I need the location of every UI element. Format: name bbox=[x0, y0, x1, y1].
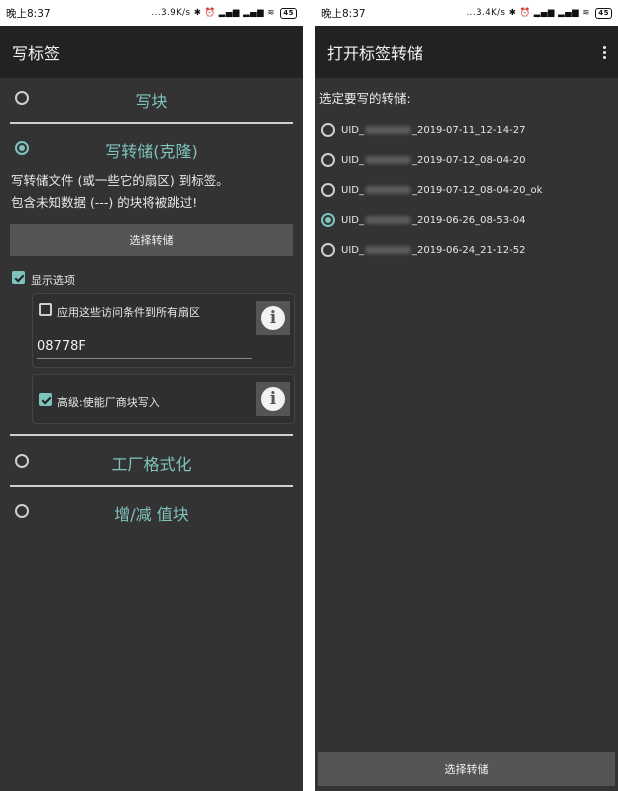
dump-list-item[interactable]: UID_ _2019-07-12_08-04-20_ok bbox=[321, 178, 612, 202]
divider bbox=[10, 434, 293, 436]
redacted-uid bbox=[364, 125, 411, 134]
write-dump-title[interactable]: 写转储(克隆) bbox=[0, 138, 303, 162]
battery-icon: 45 bbox=[595, 7, 612, 19]
dump-filename-suffix: _2019-07-12_08-04-20 bbox=[411, 154, 526, 166]
advanced-info-button[interactable]: i bbox=[256, 382, 290, 416]
dump-filename: UID_ _2019-07-11_12-14-27 bbox=[341, 125, 525, 136]
redacted-uid bbox=[364, 245, 411, 254]
status-icons: ...3.9K/s ✱ ⏰ ▂▄▆ ▂▄▆ ≋ 45 bbox=[151, 7, 297, 19]
write-tag-screen: 晚上8:37 ...3.9K/s ✱ ⏰ ▂▄▆ ▂▄▆ ≋ 45 写标签 写块… bbox=[0, 0, 303, 791]
dump-list-item[interactable]: UID_ _2019-07-11_12-14-27 bbox=[321, 118, 612, 142]
app-bar: 打开标签转储 bbox=[315, 26, 618, 78]
info-icon: i bbox=[261, 306, 285, 330]
redacted-uid bbox=[364, 215, 411, 224]
dump-radio[interactable] bbox=[321, 243, 335, 257]
dump-filename-suffix: _2019-07-11_12-14-27 bbox=[411, 124, 526, 136]
dump-filename: UID_ _2019-07-12_08-04-20_ok bbox=[341, 185, 542, 196]
factory-format-title[interactable]: 工厂格式化 bbox=[0, 451, 303, 475]
dump-filename-prefix: UID_ bbox=[341, 124, 364, 136]
status-icons: ...3.4K/s ✱ ⏰ ▂▄▆ ▂▄▆ ≋ 45 bbox=[466, 7, 612, 19]
apply-acl-checkbox[interactable] bbox=[39, 303, 52, 316]
dump-list-item[interactable]: UID_ _2019-06-24_21-12-52 bbox=[321, 238, 612, 262]
dump-radio[interactable] bbox=[321, 213, 335, 227]
advanced-label: 高级:使能厂商块写入 bbox=[57, 396, 160, 409]
dump-list-item[interactable]: UID_ _2019-06-26_08-53-04 bbox=[321, 208, 612, 232]
show-options-label: 显示选项 bbox=[31, 274, 75, 287]
advanced-checkbox[interactable] bbox=[39, 393, 52, 406]
dump-radio[interactable] bbox=[321, 183, 335, 197]
network-speed: ...3.9K/s bbox=[151, 7, 191, 18]
dump-radio[interactable] bbox=[321, 153, 335, 167]
dump-list-item[interactable]: UID_ _2019-07-12_08-04-20 bbox=[321, 148, 612, 172]
overflow-menu-icon[interactable] bbox=[603, 45, 606, 59]
advanced-options-box: 高级:使能厂商块写入 i bbox=[32, 374, 295, 424]
signal-icon: ✱ ⏰ ▂▄▆ ▂▄▆ ≋ bbox=[193, 7, 276, 18]
status-time: 晚上8:37 bbox=[321, 7, 366, 20]
redacted-uid bbox=[364, 155, 411, 164]
battery-icon: 45 bbox=[280, 7, 297, 19]
dump-filename-prefix: UID_ bbox=[341, 184, 364, 196]
dump-list-content: 选定要写的转储: UID_ _2019-07-11_12-14-27 UID_ _20… bbox=[315, 78, 618, 791]
apply-acl-label: 应用这些访问条件到所有扇区 bbox=[57, 306, 200, 319]
page-title: 写标签 bbox=[12, 44, 61, 63]
open-dump-screen: 晚上8:37 ...3.4K/s ✱ ⏰ ▂▄▆ ▂▄▆ ≋ 45 打开标签转储… bbox=[315, 0, 618, 791]
acl-input[interactable]: 08778F bbox=[37, 339, 252, 359]
dump-list-heading: 选定要写的转储: bbox=[319, 91, 411, 106]
dump-filename-prefix: UID_ bbox=[341, 244, 364, 256]
divider bbox=[10, 485, 293, 487]
value-block-title[interactable]: 增/减 值块 bbox=[0, 501, 303, 525]
page-title: 打开标签转储 bbox=[327, 44, 424, 63]
dump-filename: UID_ _2019-06-24_21-12-52 bbox=[341, 245, 525, 256]
dump-filename-suffix: _2019-06-24_21-12-52 bbox=[411, 244, 526, 256]
write-tag-content: 写块 写转储(克隆) 写转储文件 (或一些它的扇区) 到标签。 包含未知数据 (… bbox=[0, 78, 303, 791]
acl-info-button[interactable]: i bbox=[256, 301, 290, 335]
dump-filename-prefix: UID_ bbox=[341, 214, 364, 226]
info-icon: i bbox=[261, 387, 285, 411]
signal-icon: ✱ ⏰ ▂▄▆ ▂▄▆ ≋ bbox=[508, 7, 591, 18]
redacted-uid bbox=[364, 185, 411, 194]
dump-filename-suffix: _2019-06-26_08-53-04 bbox=[411, 214, 526, 226]
dump-radio[interactable] bbox=[321, 123, 335, 137]
write-dump-description-1: 写转储文件 (或一些它的扇区) 到标签。 bbox=[11, 173, 229, 188]
status-bar: 晚上8:37 ...3.9K/s ✱ ⏰ ▂▄▆ ▂▄▆ ≋ 45 bbox=[0, 0, 303, 26]
divider bbox=[10, 122, 293, 124]
dump-filename: UID_ _2019-06-26_08-53-04 bbox=[341, 215, 525, 226]
write-block-title[interactable]: 写块 bbox=[0, 88, 303, 112]
show-options-checkbox[interactable] bbox=[12, 271, 25, 284]
acl-options-box: 应用这些访问条件到所有扇区 08778F i bbox=[32, 293, 295, 368]
app-bar: 写标签 bbox=[0, 26, 303, 78]
dump-filename-suffix: _2019-07-12_08-04-20_ok bbox=[411, 184, 543, 196]
dump-filename: UID_ _2019-07-12_08-04-20 bbox=[341, 155, 525, 166]
dump-filename-prefix: UID_ bbox=[341, 154, 364, 166]
network-speed: ...3.4K/s bbox=[466, 7, 506, 18]
status-time: 晚上8:37 bbox=[6, 7, 51, 20]
choose-dump-button[interactable]: 选择转储 bbox=[318, 752, 615, 786]
choose-dump-button[interactable]: 选择转储 bbox=[10, 224, 293, 256]
write-dump-description-2: 包含未知数据 (---) 的块将被跳过! bbox=[11, 195, 198, 210]
status-bar: 晚上8:37 ...3.4K/s ✱ ⏰ ▂▄▆ ▂▄▆ ≋ 45 bbox=[315, 0, 618, 26]
